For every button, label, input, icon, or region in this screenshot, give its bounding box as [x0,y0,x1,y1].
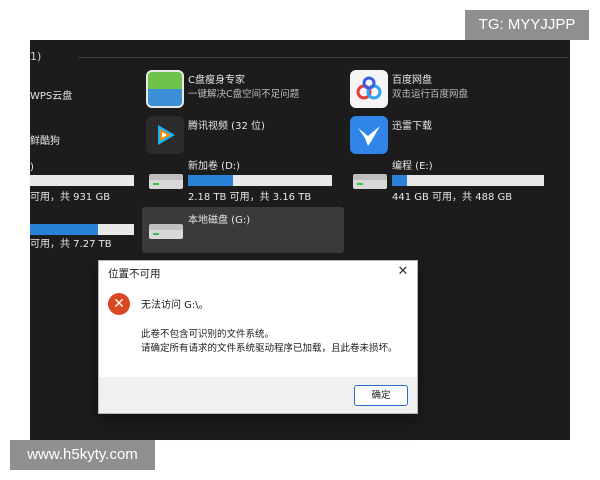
section-header: 1) [30,50,42,63]
app-item-c-cleaner[interactable]: C盘瘦身专家 一键解决C盘空间不足问题 [188,74,299,102]
drive-label[interactable]: 新加卷 (D:) [188,160,240,174]
watermark-top-right: TG: MYYJJPP [465,10,589,40]
drive-info: 可用，共 7.27 TB [30,239,112,250]
drive-partial-label: ) [30,162,34,173]
dialog-body: ✕ 无法访问 G:\。 此卷不包含可识别的文件系统。 请确定所有请求的文件系统驱… [99,285,417,375]
app-desc: 一键解决C盘空间不足问题 [188,89,300,100]
app-name: 腾讯视频 (32 位) [188,121,265,132]
dialog-titlebar: 位置不可用 ✕ [99,261,417,285]
hard-drive-icon [352,171,388,191]
app-name: 百度网盘 [392,75,432,86]
app-name: C盘瘦身专家 [188,75,245,86]
error-message-detail-1: 此卷不包含可识别的文件系统。 [141,329,275,340]
app-desc: 双击运行百度网盘 [392,89,469,100]
drive-info: 可用，共 931 GB [30,192,111,203]
drive-capacity-bar [188,175,332,186]
drive-label[interactable]: 本地磁盘 (G:) [188,214,250,228]
app-name: WPS云盘 [30,91,73,102]
ok-button[interactable]: 确定 [354,385,408,406]
error-message-detail-2: 请确定所有请求的文件系统驱动程序已加载，且此卷未损坏。 [141,343,398,354]
hard-drive-icon [148,221,184,241]
drive-label[interactable]: 编程 (E:) [392,160,433,174]
error-dialog: 位置不可用 ✕ ✕ 无法访问 G:\。 此卷不包含可识别的文件系统。 请确定所有… [98,260,418,414]
app-item-xunlei[interactable]: 迅雷下载 [392,120,432,134]
watermark-bottom-left: www.h5kyty.com [10,440,155,470]
app-item-wps[interactable]: WPS云盘 [30,90,72,104]
drive-info: 2.18 TB 可用，共 3.16 TB [188,192,312,203]
app-name: 迅雷下载 [392,121,432,132]
app-name: 鲜酷狗 [30,136,60,147]
hard-drive-icon [148,171,184,191]
drive-capacity-fill [188,175,233,186]
drive-info: 441 GB 可用，共 488 GB [392,192,513,203]
error-icon: ✕ [108,293,130,315]
drive-capacity-fill [30,224,98,235]
app-item-tencent-video[interactable]: 腾讯视频 (32 位) [188,120,265,134]
c-drive-cleaner-icon[interactable] [146,70,184,108]
drive-capacity-fill [392,175,408,186]
baidu-netdisk-icon[interactable] [350,70,388,108]
drive-capacity-bar [30,224,134,235]
app-item-baidu[interactable]: 百度网盘 双击运行百度网盘 [392,74,468,102]
error-message-main: 无法访问 G:\。 [141,300,209,311]
dialog-footer: 确定 [99,377,417,413]
drive-capacity-bar [30,175,134,186]
close-icon[interactable]: ✕ [395,264,411,280]
xunlei-icon[interactable] [350,116,388,154]
dialog-title: 位置不可用 [108,268,161,280]
section-divider [78,57,568,58]
tencent-video-icon[interactable] [146,116,184,154]
drive-capacity-bar [392,175,544,186]
app-item-kugou[interactable]: 鲜酷狗 [30,135,60,149]
